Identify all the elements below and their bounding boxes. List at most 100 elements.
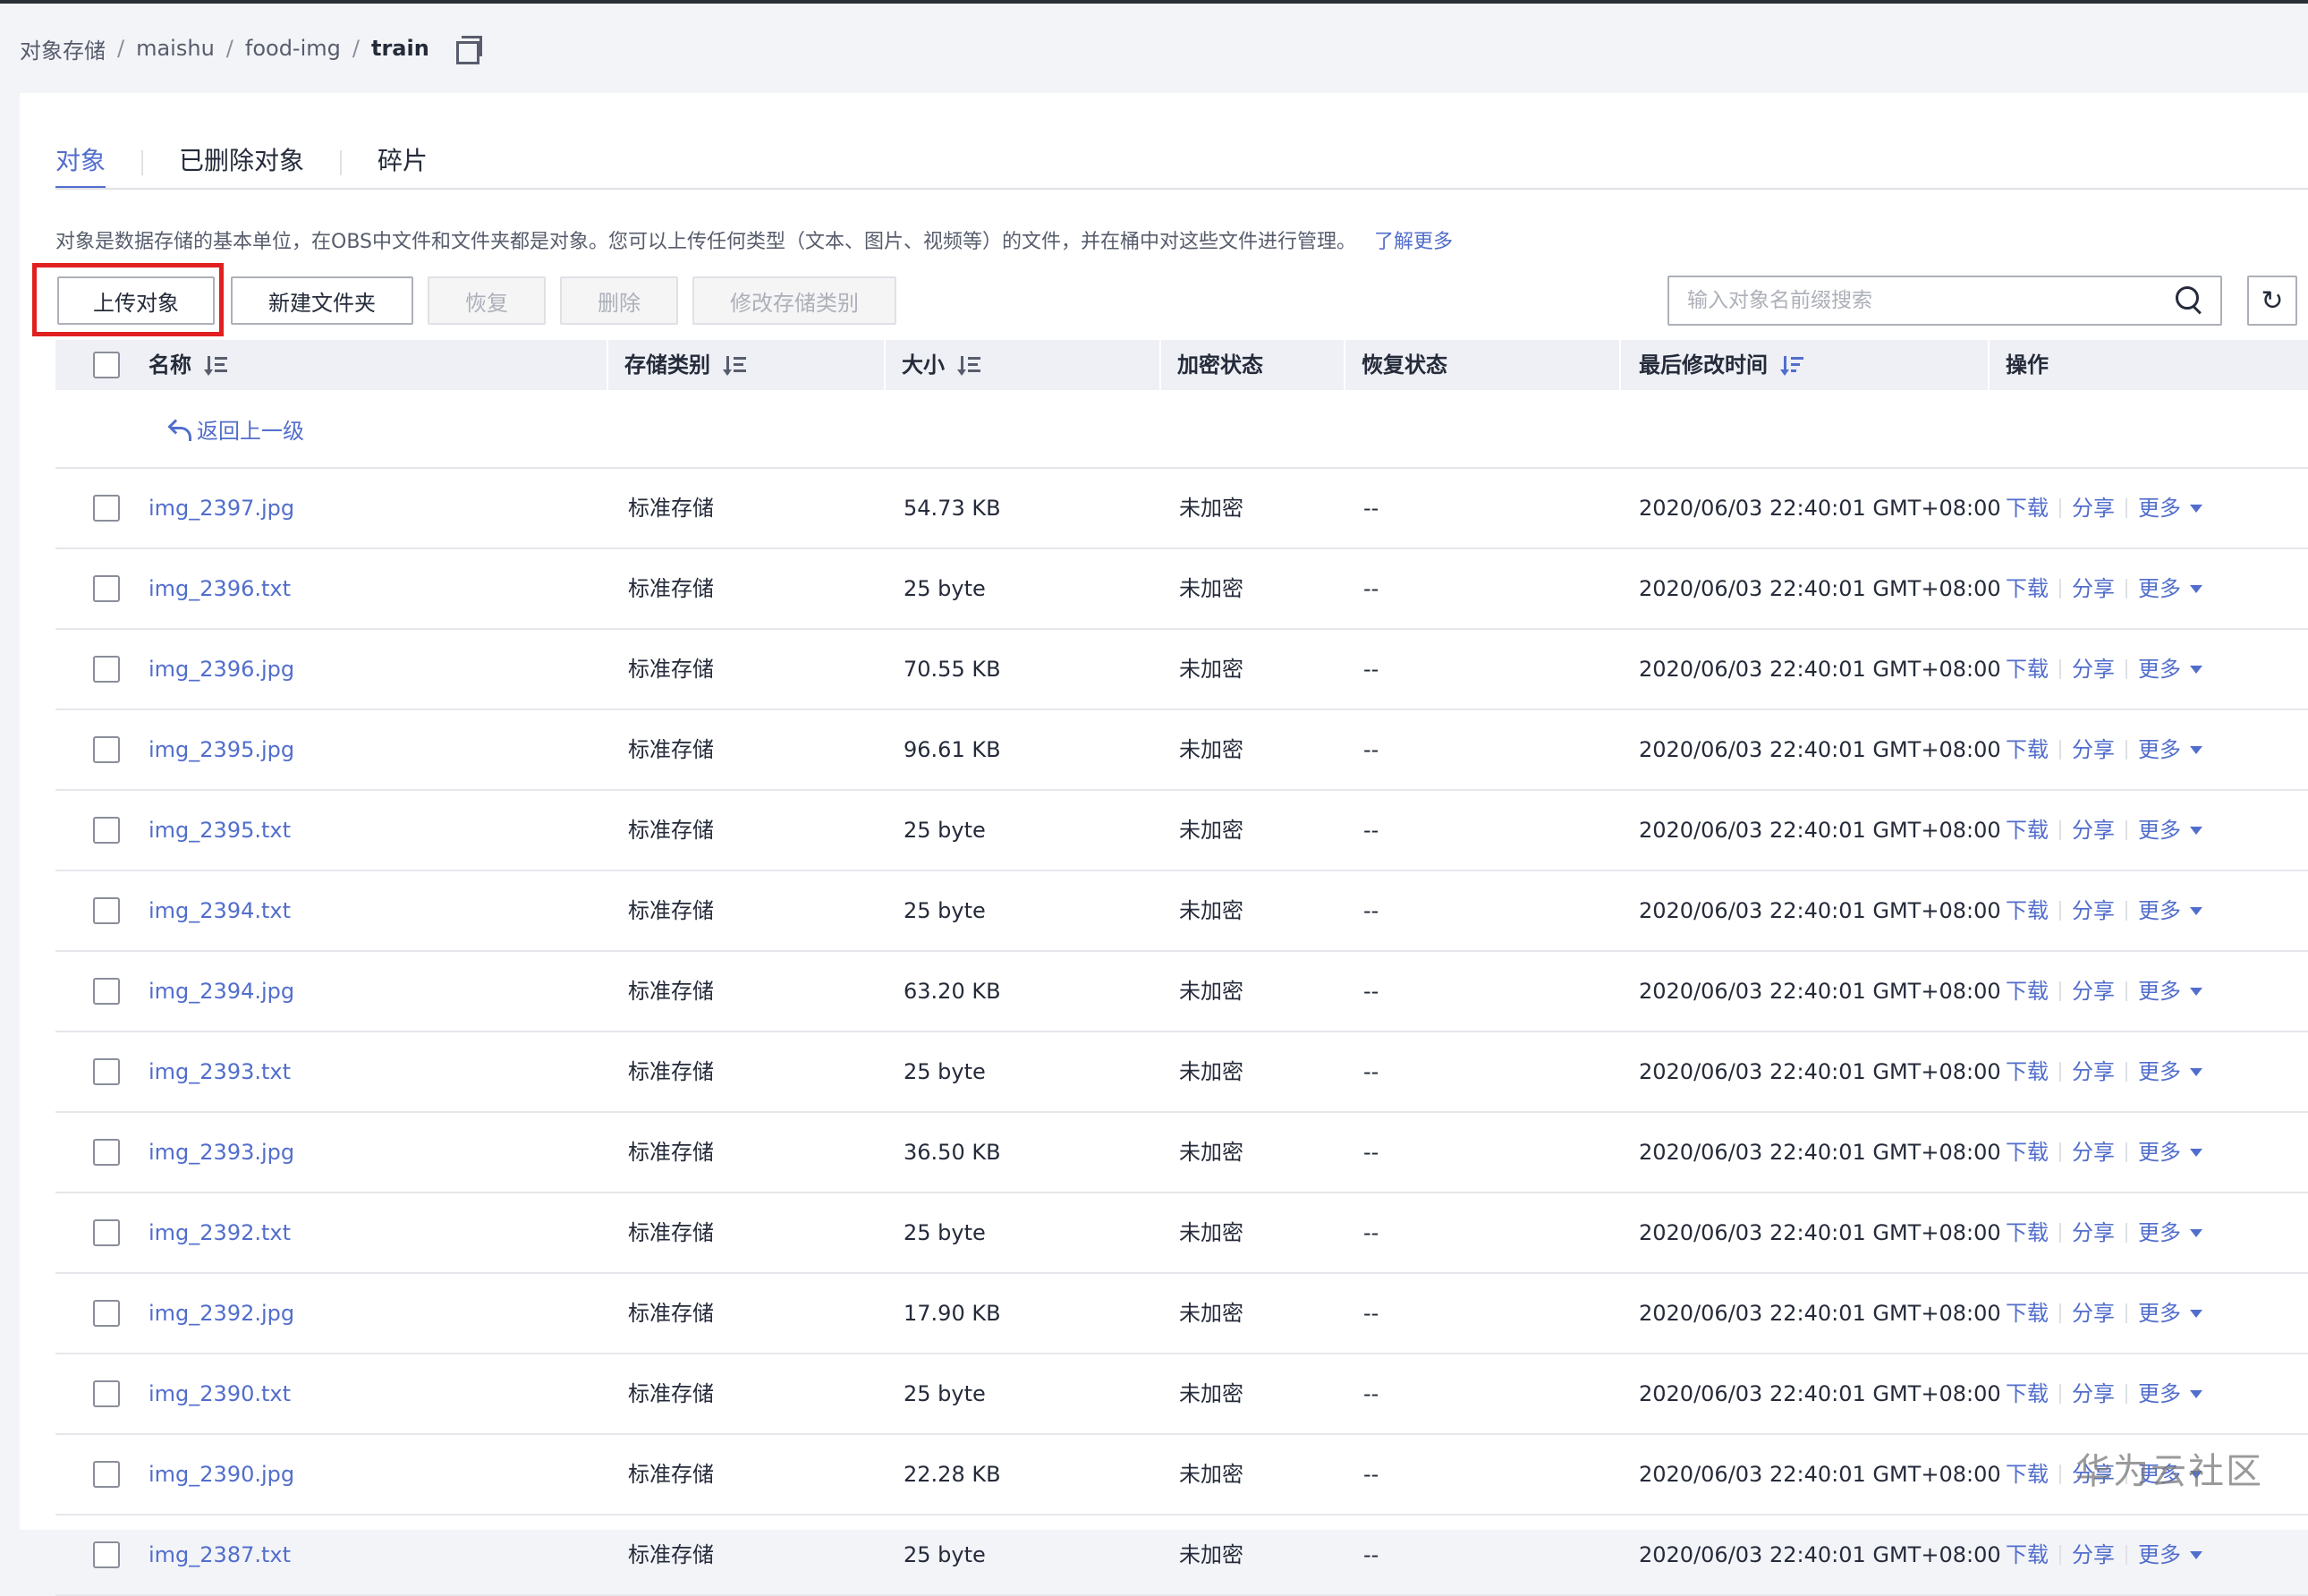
- more-link[interactable]: 更多: [2138, 469, 2181, 548]
- sort-icon[interactable]: [206, 354, 229, 376]
- share-link[interactable]: 分享: [2072, 871, 2115, 950]
- object-name-link[interactable]: img_2395.jpg: [148, 710, 294, 789]
- chevron-down-icon[interactable]: [2190, 505, 2202, 513]
- object-name-link[interactable]: img_2387.txt: [148, 1515, 291, 1594]
- more-link[interactable]: 更多: [2138, 952, 2181, 1031]
- download-link[interactable]: 下载: [2006, 952, 2049, 1031]
- share-link[interactable]: 分享: [2072, 791, 2115, 870]
- object-name-link[interactable]: img_2393.txt: [148, 1032, 291, 1111]
- row-checkbox[interactable]: [93, 1300, 120, 1327]
- object-name-link[interactable]: img_2397.jpg: [148, 469, 294, 548]
- more-link[interactable]: 更多: [2138, 1515, 2181, 1594]
- row-checkbox[interactable]: [93, 817, 120, 844]
- more-link[interactable]: 更多: [2138, 871, 2181, 950]
- row-checkbox[interactable]: [93, 897, 120, 924]
- breadcrumb-item-bucket[interactable]: maishu: [136, 36, 215, 61]
- row-checkbox[interactable]: [93, 1541, 120, 1568]
- search-input[interactable]: [1669, 288, 2172, 313]
- object-name-link[interactable]: img_2396.txt: [148, 549, 291, 628]
- download-link[interactable]: 下载: [2006, 549, 2049, 628]
- row-checkbox[interactable]: [93, 495, 120, 522]
- download-link[interactable]: 下载: [2006, 1515, 2049, 1594]
- share-link[interactable]: 分享: [2072, 1193, 2115, 1272]
- share-link[interactable]: 分享: [2072, 1515, 2115, 1594]
- object-name-link[interactable]: img_2393.jpg: [148, 1113, 294, 1192]
- download-link[interactable]: 下载: [2006, 1435, 2049, 1514]
- copy-icon[interactable]: [456, 34, 485, 63]
- object-name-link[interactable]: img_2394.jpg: [148, 952, 294, 1031]
- learn-more-link[interactable]: 了解更多: [1374, 231, 1453, 253]
- header-modified[interactable]: 最后修改时间: [1639, 340, 1805, 390]
- download-link[interactable]: 下载: [2006, 791, 2049, 870]
- object-name-link[interactable]: img_2395.txt: [148, 791, 291, 870]
- download-link[interactable]: 下载: [2006, 1032, 2049, 1111]
- chevron-down-icon[interactable]: [2190, 1229, 2202, 1237]
- download-link[interactable]: 下载: [2006, 469, 2049, 548]
- object-name-link[interactable]: img_2396.jpg: [148, 630, 294, 709]
- share-link[interactable]: 分享: [2072, 710, 2115, 789]
- row-checkbox[interactable]: [93, 736, 120, 763]
- share-link[interactable]: 分享: [2072, 1113, 2115, 1192]
- select-all-checkbox[interactable]: [93, 352, 120, 378]
- more-link[interactable]: 更多: [2138, 791, 2181, 870]
- more-link[interactable]: 更多: [2138, 630, 2181, 709]
- chevron-down-icon[interactable]: [2190, 907, 2202, 915]
- object-name-link[interactable]: img_2394.txt: [148, 871, 291, 950]
- more-link[interactable]: 更多: [2138, 549, 2181, 628]
- share-link[interactable]: 分享: [2072, 469, 2115, 548]
- share-link[interactable]: 分享: [2072, 1274, 2115, 1353]
- object-name-link[interactable]: img_2390.txt: [148, 1354, 291, 1433]
- more-link[interactable]: 更多: [2138, 1113, 2181, 1192]
- chevron-down-icon[interactable]: [2190, 988, 2202, 996]
- tab-fragments[interactable]: 碎片: [378, 138, 428, 190]
- share-link[interactable]: 分享: [2072, 549, 2115, 628]
- download-link[interactable]: 下载: [2006, 1274, 2049, 1353]
- share-link[interactable]: 分享: [2072, 630, 2115, 709]
- row-checkbox[interactable]: [93, 1058, 120, 1085]
- chevron-down-icon[interactable]: [2190, 1310, 2202, 1318]
- download-link[interactable]: 下载: [2006, 710, 2049, 789]
- chevron-down-icon[interactable]: [2190, 666, 2202, 674]
- tab-deleted-objects[interactable]: 已删除对象: [179, 138, 304, 190]
- row-checkbox[interactable]: [93, 1380, 120, 1407]
- more-link[interactable]: 更多: [2138, 1193, 2181, 1272]
- header-name[interactable]: 名称: [148, 340, 229, 390]
- chevron-down-icon[interactable]: [2190, 746, 2202, 754]
- refresh-button[interactable]: ↻: [2247, 276, 2297, 326]
- delete-button[interactable]: 删除: [560, 276, 678, 325]
- share-link[interactable]: 分享: [2072, 952, 2115, 1031]
- object-name-link[interactable]: img_2390.jpg: [148, 1435, 294, 1514]
- modify-storage-class-button[interactable]: 修改存储类别: [692, 276, 896, 325]
- row-checkbox[interactable]: [93, 575, 120, 602]
- breadcrumb-item-obs[interactable]: 对象存储: [20, 33, 106, 64]
- share-link[interactable]: 分享: [2072, 1354, 2115, 1433]
- sort-icon[interactable]: [725, 354, 748, 376]
- download-link[interactable]: 下载: [2006, 630, 2049, 709]
- tab-objects[interactable]: 对象: [55, 138, 106, 190]
- search-icon[interactable]: [2172, 283, 2208, 318]
- row-checkbox[interactable]: [93, 656, 120, 683]
- restore-button[interactable]: 恢复: [428, 276, 546, 325]
- chevron-down-icon[interactable]: [2190, 827, 2202, 835]
- upload-object-button[interactable]: 上传对象: [57, 276, 215, 325]
- chevron-down-icon[interactable]: [2190, 1551, 2202, 1559]
- chevron-down-icon[interactable]: [2190, 1068, 2202, 1076]
- header-storage-class[interactable]: 存储类别: [624, 340, 748, 390]
- row-checkbox[interactable]: [93, 1139, 120, 1166]
- row-checkbox[interactable]: [93, 1219, 120, 1246]
- object-name-link[interactable]: img_2392.txt: [148, 1193, 291, 1272]
- more-link[interactable]: 更多: [2138, 1032, 2181, 1111]
- chevron-down-icon[interactable]: [2190, 1390, 2202, 1398]
- back-to-parent-link[interactable]: 返回上一级: [166, 413, 304, 445]
- sort-descending-icon[interactable]: [1782, 354, 1805, 376]
- chevron-down-icon[interactable]: [2190, 585, 2202, 593]
- share-link[interactable]: 分享: [2072, 1032, 2115, 1111]
- download-link[interactable]: 下载: [2006, 1113, 2049, 1192]
- object-name-link[interactable]: img_2392.jpg: [148, 1274, 294, 1353]
- row-checkbox[interactable]: [93, 978, 120, 1005]
- download-link[interactable]: 下载: [2006, 1354, 2049, 1433]
- download-link[interactable]: 下载: [2006, 1193, 2049, 1272]
- chevron-down-icon[interactable]: [2190, 1149, 2202, 1157]
- sort-icon[interactable]: [959, 354, 982, 376]
- more-link[interactable]: 更多: [2138, 1274, 2181, 1353]
